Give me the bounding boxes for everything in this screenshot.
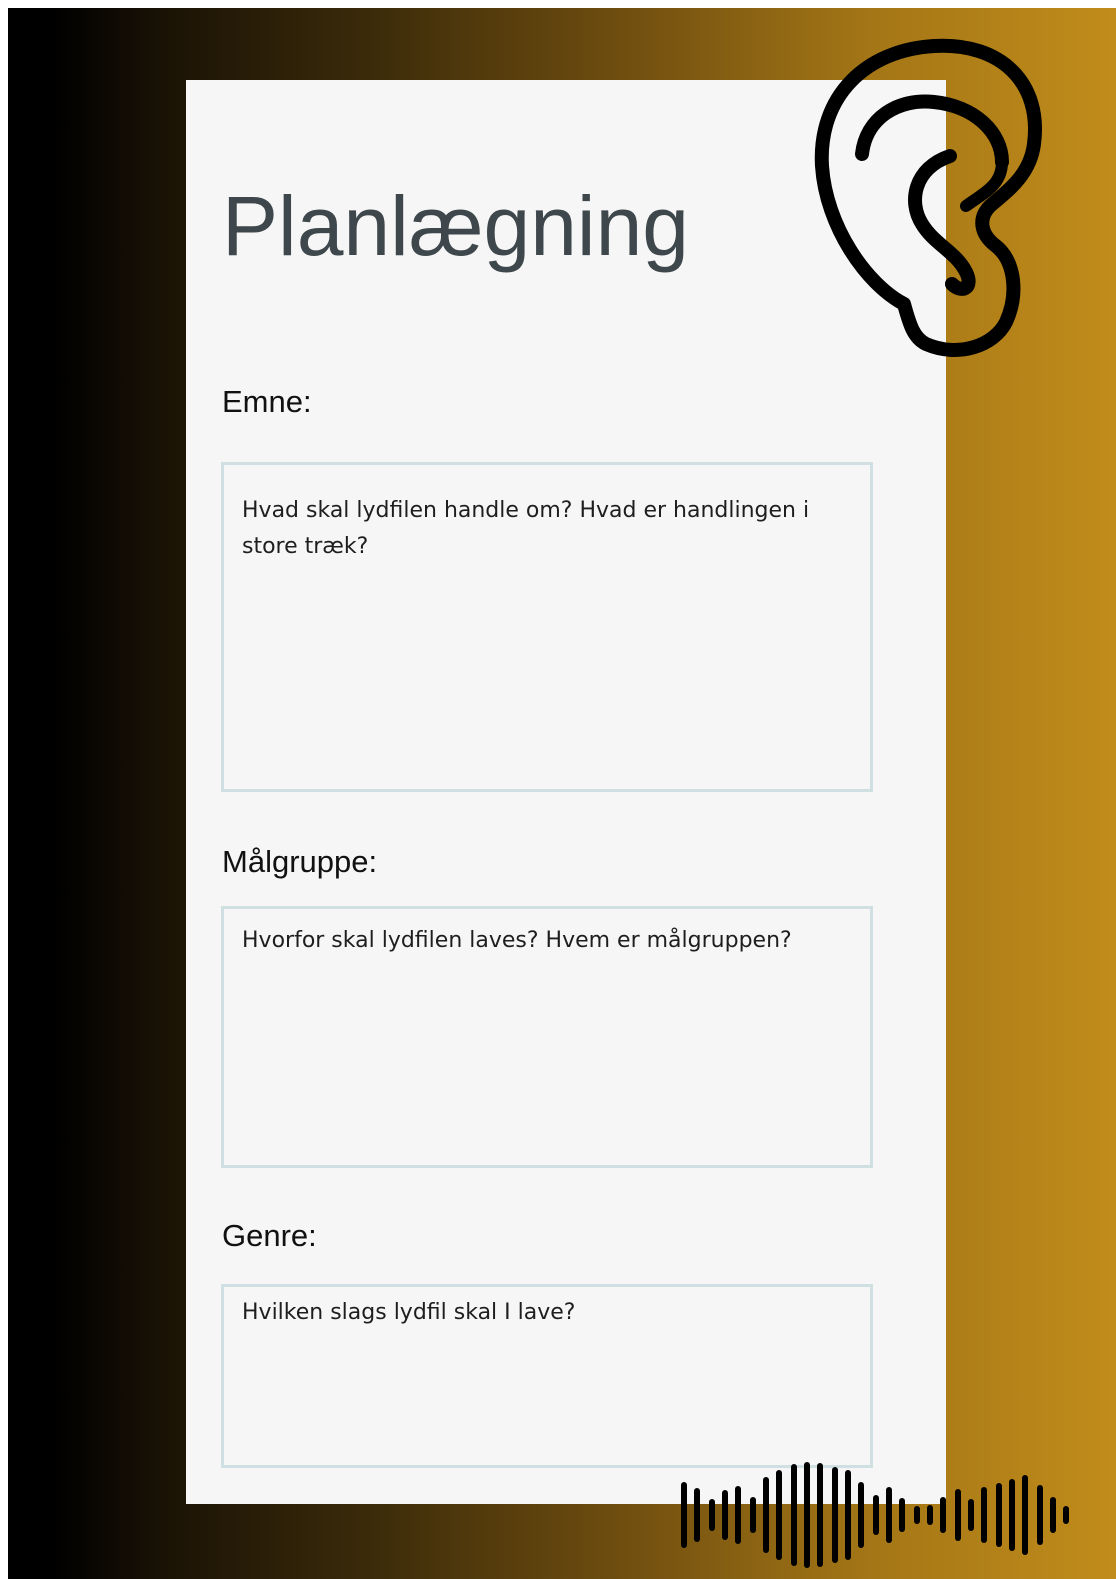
malgruppe-field[interactable] (221, 906, 873, 1168)
sound-wave-icon (681, 1462, 1069, 1568)
genre-field[interactable] (221, 1284, 873, 1468)
ear-icon (814, 38, 1042, 357)
page-title: Planlægning (222, 179, 690, 273)
genre-label: Genre: (222, 1218, 317, 1253)
emne-label: Emne: (222, 384, 312, 419)
emne-field[interactable] (221, 462, 873, 792)
background-gradient: Planlægning Emne: Målgruppe: Genre: (8, 8, 1116, 1579)
malgruppe-label: Målgruppe: (222, 844, 378, 879)
